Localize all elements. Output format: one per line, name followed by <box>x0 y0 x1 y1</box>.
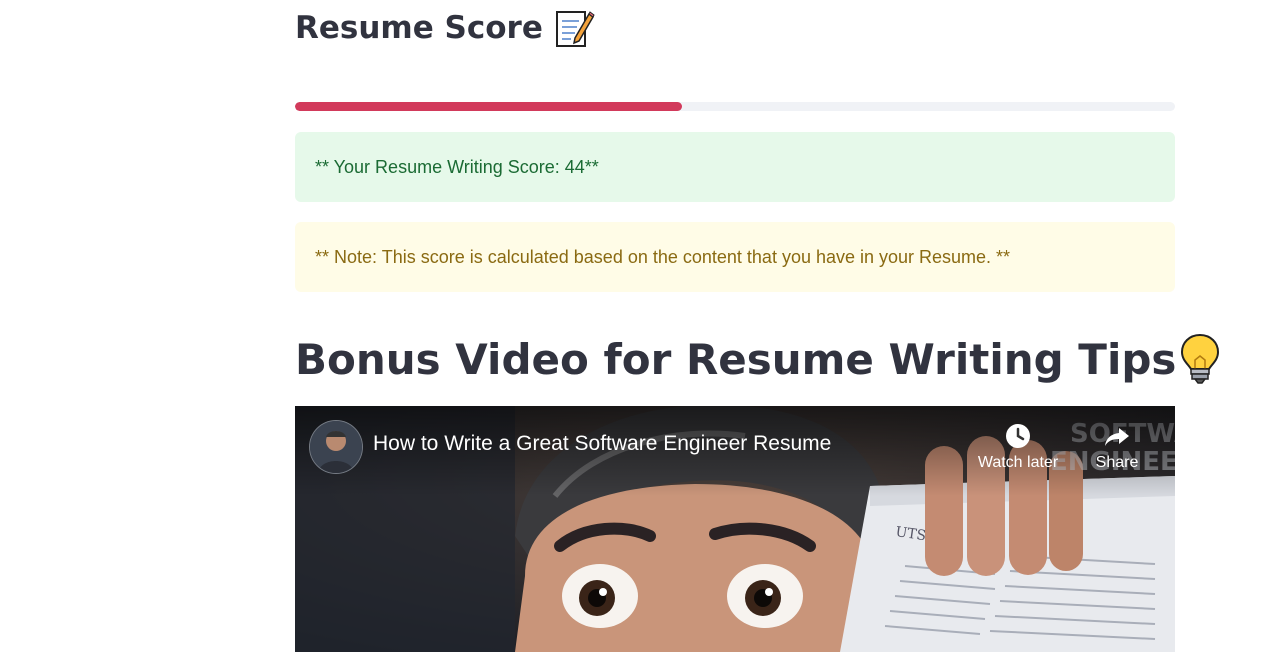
score-success-alert: ** Your Resume Writing Score: 44** <box>295 132 1175 202</box>
clock-icon <box>1006 424 1030 448</box>
bonus-video-title: Bonus Video for Resume Writing Tips <box>295 334 1177 384</box>
share-icon <box>1105 428 1129 446</box>
share-button[interactable]: Share <box>1071 422 1163 472</box>
score-note-text: ** Note: This score is calculated based … <box>315 246 1011 267</box>
youtube-video-player[interactable]: UTSA SOFTWA ENGINEERI <box>295 406 1175 652</box>
memo-icon <box>555 11 595 47</box>
channel-avatar[interactable] <box>309 420 363 474</box>
watch-later-button[interactable]: Watch later <box>972 422 1064 472</box>
score-progress-fill <box>295 102 683 111</box>
resume-score-heading: Resume Score <box>295 8 595 48</box>
score-success-text: ** Your Resume Writing Score: 44** <box>315 156 599 177</box>
score-note-alert: ** Note: This score is calculated based … <box>295 222 1175 292</box>
light-bulb-icon <box>1181 333 1220 384</box>
bonus-video-heading: Bonus Video for Resume Writing Tips <box>295 332 1222 386</box>
share-label: Share <box>1095 454 1139 471</box>
watch-later-label: Watch later <box>977 454 1059 471</box>
channel-avatar-image <box>310 421 362 473</box>
resume-score-title: Resume Score <box>295 10 543 46</box>
score-progress-bar <box>295 102 1175 111</box>
video-title[interactable]: How to Write a Great Software Engineer R… <box>373 432 831 456</box>
